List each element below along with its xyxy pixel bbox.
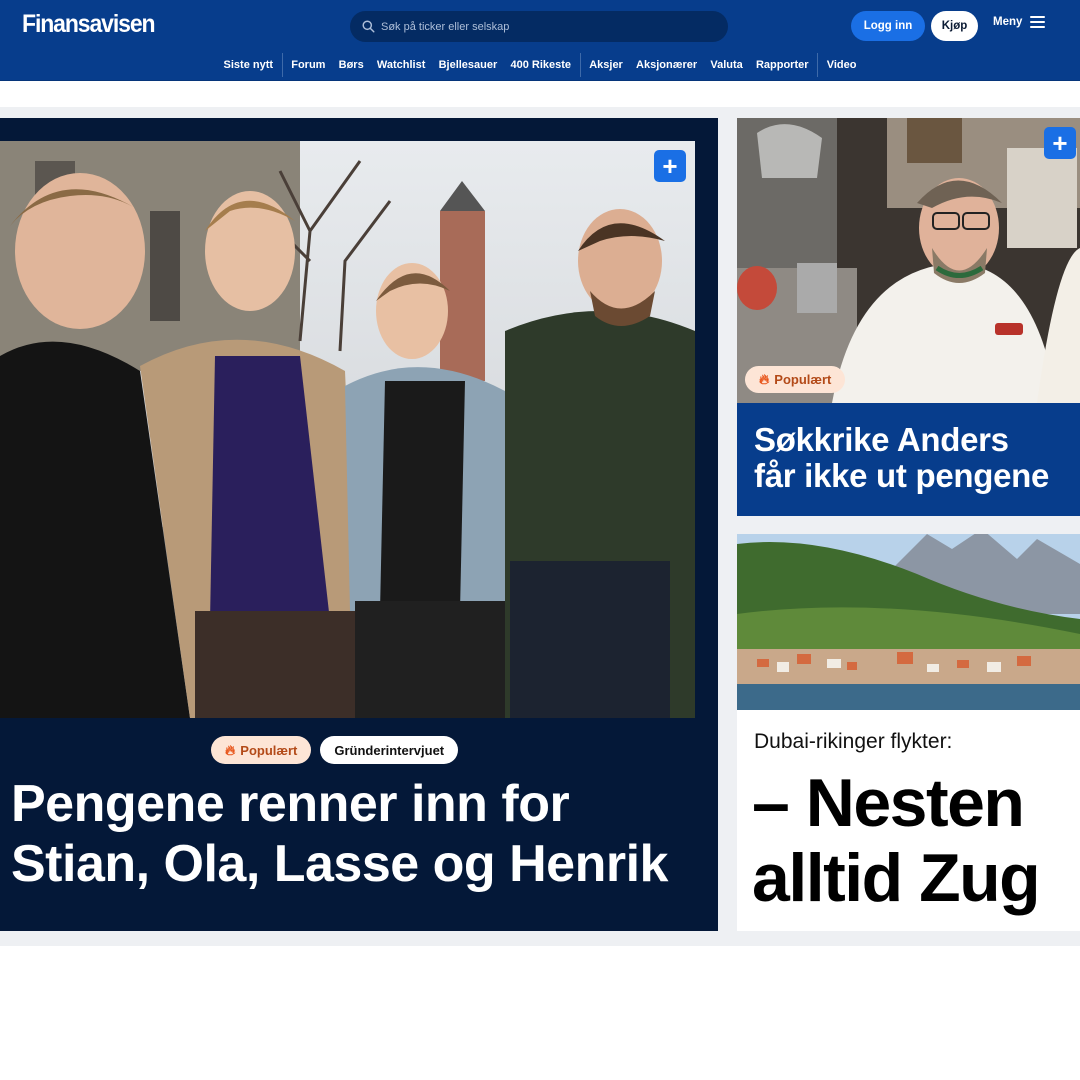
main-article-headline[interactable]: Pengene renner inn for Stian, Ola, Lasse…: [11, 774, 711, 894]
nav-item-aksjer[interactable]: Aksjer: [583, 59, 630, 71]
popular-tag[interactable]: 🔥︎ Populært: [211, 736, 312, 764]
headline-line: Søkkrike Anders: [754, 421, 1009, 458]
nav-divider: [817, 53, 819, 77]
main-nav: Siste nytt Forum Børs Watchlist Bjellesa…: [0, 52, 1080, 78]
site-header: Finansavisen Logg inn Kjøp Meny Siste ny…: [0, 0, 1080, 81]
search-input[interactable]: [381, 20, 711, 33]
menu-label: Meny: [993, 16, 1023, 28]
headline-line: alltid Zug: [752, 840, 1041, 916]
nav-item-video[interactable]: Video: [820, 59, 863, 71]
nav-item-siste-nytt[interactable]: Siste nytt: [217, 59, 280, 71]
article-headline[interactable]: Søkkrike Anders får ikke ut pengene: [754, 422, 1074, 494]
nav-item-bors[interactable]: Børs: [332, 59, 370, 71]
buy-button[interactable]: Kjøp: [931, 11, 978, 41]
kitchen-photo: [737, 118, 1080, 403]
popular-tag-label: Populært: [240, 742, 298, 758]
article-image-kitchen[interactable]: +: [737, 118, 1080, 403]
plus-icon: +: [1052, 128, 1068, 158]
nav-item-rapporter[interactable]: Rapporter: [749, 59, 815, 71]
bookmark-add-button[interactable]: +: [654, 150, 686, 182]
headline-line: får ikke ut pengene: [754, 457, 1050, 494]
site-logo[interactable]: Finansavisen: [22, 10, 156, 39]
nav-item-aksjonaerer[interactable]: Aksjonærer: [629, 59, 703, 71]
menu-button[interactable]: Meny: [993, 16, 1046, 28]
main-article-image[interactable]: +: [0, 141, 695, 718]
nav-divider: [281, 53, 283, 77]
nav-item-400-rikeste[interactable]: 400 Rikeste: [504, 59, 578, 71]
main-article-photo: [0, 141, 695, 718]
menu-icon: [1030, 16, 1046, 28]
popular-tag-label: Populært: [774, 372, 832, 387]
article-image-lake[interactable]: [737, 534, 1080, 710]
main-article-tags: 🔥︎ Populært Gründerintervjuet: [211, 736, 459, 764]
nav-item-watchlist[interactable]: Watchlist: [370, 59, 432, 71]
article-card-anders[interactable]: + 🔥︎ Populært Søkkrike Anders får ikke u…: [737, 118, 1080, 516]
article-card-zug[interactable]: Dubai-rikinger flykter: – Nesten alltid …: [737, 534, 1080, 931]
article-kicker: Dubai-rikinger flykter:: [754, 730, 953, 753]
headline-line: Pengene renner inn for: [11, 775, 570, 833]
section-tag[interactable]: Gründerintervjuet: [320, 736, 459, 764]
flame-icon: 🔥︎: [225, 741, 236, 758]
plus-icon: +: [662, 151, 678, 181]
login-button[interactable]: Logg inn: [851, 11, 925, 41]
nav-divider: [579, 53, 581, 77]
search-bar[interactable]: [350, 11, 728, 42]
nav-item-bjellesauer[interactable]: Bjellesauer: [432, 59, 504, 71]
article-headline[interactable]: – Nesten alltid Zug: [752, 766, 1080, 916]
headline-line: Stian, Ola, Lasse og Henrik: [11, 835, 668, 893]
search-icon: [362, 20, 375, 33]
nav-item-valuta[interactable]: Valuta: [704, 59, 750, 71]
nav-item-forum[interactable]: Forum: [285, 59, 332, 71]
flame-icon: 🔥︎: [759, 371, 770, 387]
lake-town-photo: [737, 534, 1080, 710]
bookmark-add-button[interactable]: +: [1044, 127, 1076, 159]
popular-tag[interactable]: 🔥︎ Populært: [745, 366, 846, 393]
headline-line: – Nesten: [752, 765, 1025, 841]
